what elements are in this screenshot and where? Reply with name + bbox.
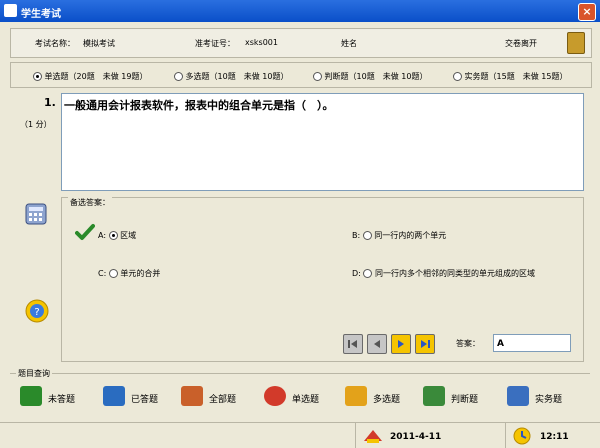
status-separator [505,423,506,448]
single-choice-icon [264,386,286,406]
answered-icon [103,386,125,406]
status-separator [355,423,356,448]
exam-name-value: 模拟考试 [83,39,115,48]
option-key: D: [352,269,361,278]
type-label: 多选题（10题 未做 10题） [185,72,289,81]
type-practical[interactable]: 实务题（15题 未做 15题） [453,71,567,82]
option-text: 同一行内的两个单元 [374,231,447,240]
type-judgment[interactable]: 判断题（10题 未做 10题） [313,71,427,82]
question-text: 一般通用会计报表软件，报表中的组合单元是指（ ）。 [64,99,334,112]
multi-choice-icon [345,386,367,406]
option-a[interactable]: A: 区域 [98,230,136,241]
type-label: 单选题（20题 未做 19题） [44,72,148,81]
radio-icon[interactable] [108,231,118,240]
status-date: 2011-4-11 [390,432,442,442]
title-bar: 学生考试 × [0,0,600,22]
prev-icon [374,340,380,348]
radio-icon[interactable] [453,72,462,81]
question-query-group: 题目查询 未答题 已答题 全部题 单选题 多选题 判断题 实务题 [10,368,590,418]
exam-info-bar: 考试名称： 模拟考试 准考证号： xsks001 姓名 交卷离开 [10,28,592,58]
next-question-button[interactable] [391,334,411,354]
calculator-icon[interactable] [23,202,49,226]
option-d[interactable]: D: 同一行内多个相邻的同类型的单元组成的区域 [352,268,535,279]
question-text-box: 一般通用会计报表软件，报表中的组合单元是指（ ）。 [61,93,584,191]
last-question-button[interactable] [415,334,435,354]
radio-icon[interactable] [363,269,373,278]
option-text: 区域 [120,231,137,240]
submit-label[interactable]: 交卷离开 [505,38,537,49]
option-key: A: [98,231,107,240]
query-button-label: 多选题 [373,395,401,405]
ticket-label: 准考证号： [195,39,235,48]
radio-icon[interactable] [33,72,42,81]
prev-question-button[interactable] [367,334,387,354]
app-icon [4,4,17,17]
radio-icon[interactable] [108,269,118,278]
status-time: 12:11 [540,432,569,442]
answer-label: 答案： [456,339,480,348]
options-legend: 备选答案： [68,197,112,208]
query-button-label: 未答题 [48,395,76,405]
radio-icon[interactable] [362,231,372,240]
query-button-label: 已答题 [131,395,159,405]
query-button-label: 全部题 [209,395,237,405]
practical-icon [507,386,529,406]
first-question-button[interactable] [343,334,363,354]
type-single-choice[interactable]: 单选题（20题 未做 19题） [33,71,147,82]
query-button-label: 判断题 [451,395,479,405]
exam-name-label: 考试名称： [35,39,75,48]
student-name-label: 姓名 [341,39,357,48]
status-bar: 2011-4-11 12:11 [0,422,600,448]
clock-icon [513,427,531,445]
help-icon[interactable]: ? [24,298,50,324]
window-title: 学生考试 [21,9,61,20]
calendar-icon [364,430,382,443]
question-type-bar: 单选题（20题 未做 19题） 多选题（10题 未做 10题） 判断题（10题 … [10,62,592,88]
option-text: 单元的合并 [120,269,161,278]
exit-door-icon[interactable] [567,32,585,54]
question-score: （1 分） [20,120,52,129]
svg-text:?: ? [34,307,39,318]
all-questions-icon [181,386,203,406]
last-icon [421,340,430,348]
radio-icon[interactable] [313,72,322,81]
query-button-label: 实务题 [535,395,563,405]
type-label: 实务题（15题 未做 15题） [464,72,568,81]
option-b[interactable]: B: 同一行内的两个单元 [352,230,446,241]
question-number: 1. [44,96,56,109]
next-icon [398,340,404,348]
option-key: B: [352,231,361,240]
radio-icon[interactable] [174,72,183,81]
type-multi-choice[interactable]: 多选题（10题 未做 10题） [174,71,288,82]
answer-field[interactable]: A [493,334,571,352]
query-button-label: 单选题 [292,395,320,405]
first-icon [348,340,357,348]
option-c[interactable]: C: 单元的合并 [98,268,160,279]
option-text: 同一行内多个相邻的同类型的单元组成的区域 [374,269,535,278]
judgment-icon [423,386,445,406]
checkmark-icon [75,224,95,240]
option-key: C: [98,269,107,278]
ticket-value: xsks001 [245,38,278,47]
unanswered-icon [20,386,42,406]
type-label: 判断题（10题 未做 10题） [324,72,428,81]
query-legend: 题目查询 [16,368,52,379]
close-button[interactable]: × [578,3,596,21]
